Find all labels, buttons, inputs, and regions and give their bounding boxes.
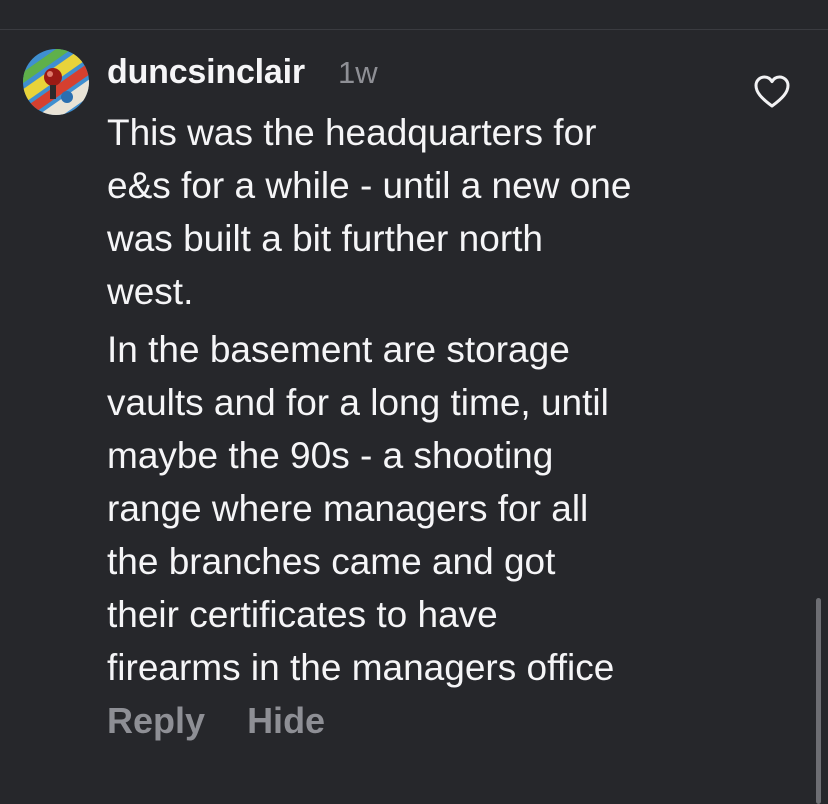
user-avatar[interactable] bbox=[23, 49, 89, 115]
timestamp: 1w bbox=[338, 55, 378, 90]
reply-button[interactable]: Reply bbox=[107, 700, 205, 742]
comment-line: In the basement are storage bbox=[107, 329, 570, 370]
username[interactable]: duncsinclair bbox=[107, 53, 305, 92]
comment-line: firearms in the managers office bbox=[107, 647, 615, 688]
comment-paragraph: In the basement are storage vaults and f… bbox=[107, 323, 727, 694]
scrollbar[interactable] bbox=[816, 598, 821, 804]
comment-line: This was the headquarters for bbox=[107, 112, 597, 153]
comment-line: the branches came and got bbox=[107, 541, 556, 582]
heart-icon[interactable] bbox=[753, 74, 791, 110]
comment-line: was built a bit further north bbox=[107, 218, 543, 259]
hide-button[interactable]: Hide bbox=[247, 700, 325, 742]
comment-line: their certificates to have bbox=[107, 594, 498, 635]
comment-line: west. bbox=[107, 271, 194, 312]
comment-paragraph: This was the headquarters for e&s for a … bbox=[107, 106, 727, 318]
comment-line: maybe the 90s - a shooting bbox=[107, 435, 554, 476]
comment-body: This was the headquarters for e&s for a … bbox=[107, 106, 727, 694]
comment-line: range where managers for all bbox=[107, 488, 589, 529]
comment-line: e&s for a while - until a new one bbox=[107, 165, 632, 206]
comment-line: vaults and for a long time, until bbox=[107, 382, 609, 423]
comment: duncsinclair 1w This was the headquarter… bbox=[0, 0, 828, 804]
comment-actions: Reply Hide bbox=[107, 700, 325, 742]
